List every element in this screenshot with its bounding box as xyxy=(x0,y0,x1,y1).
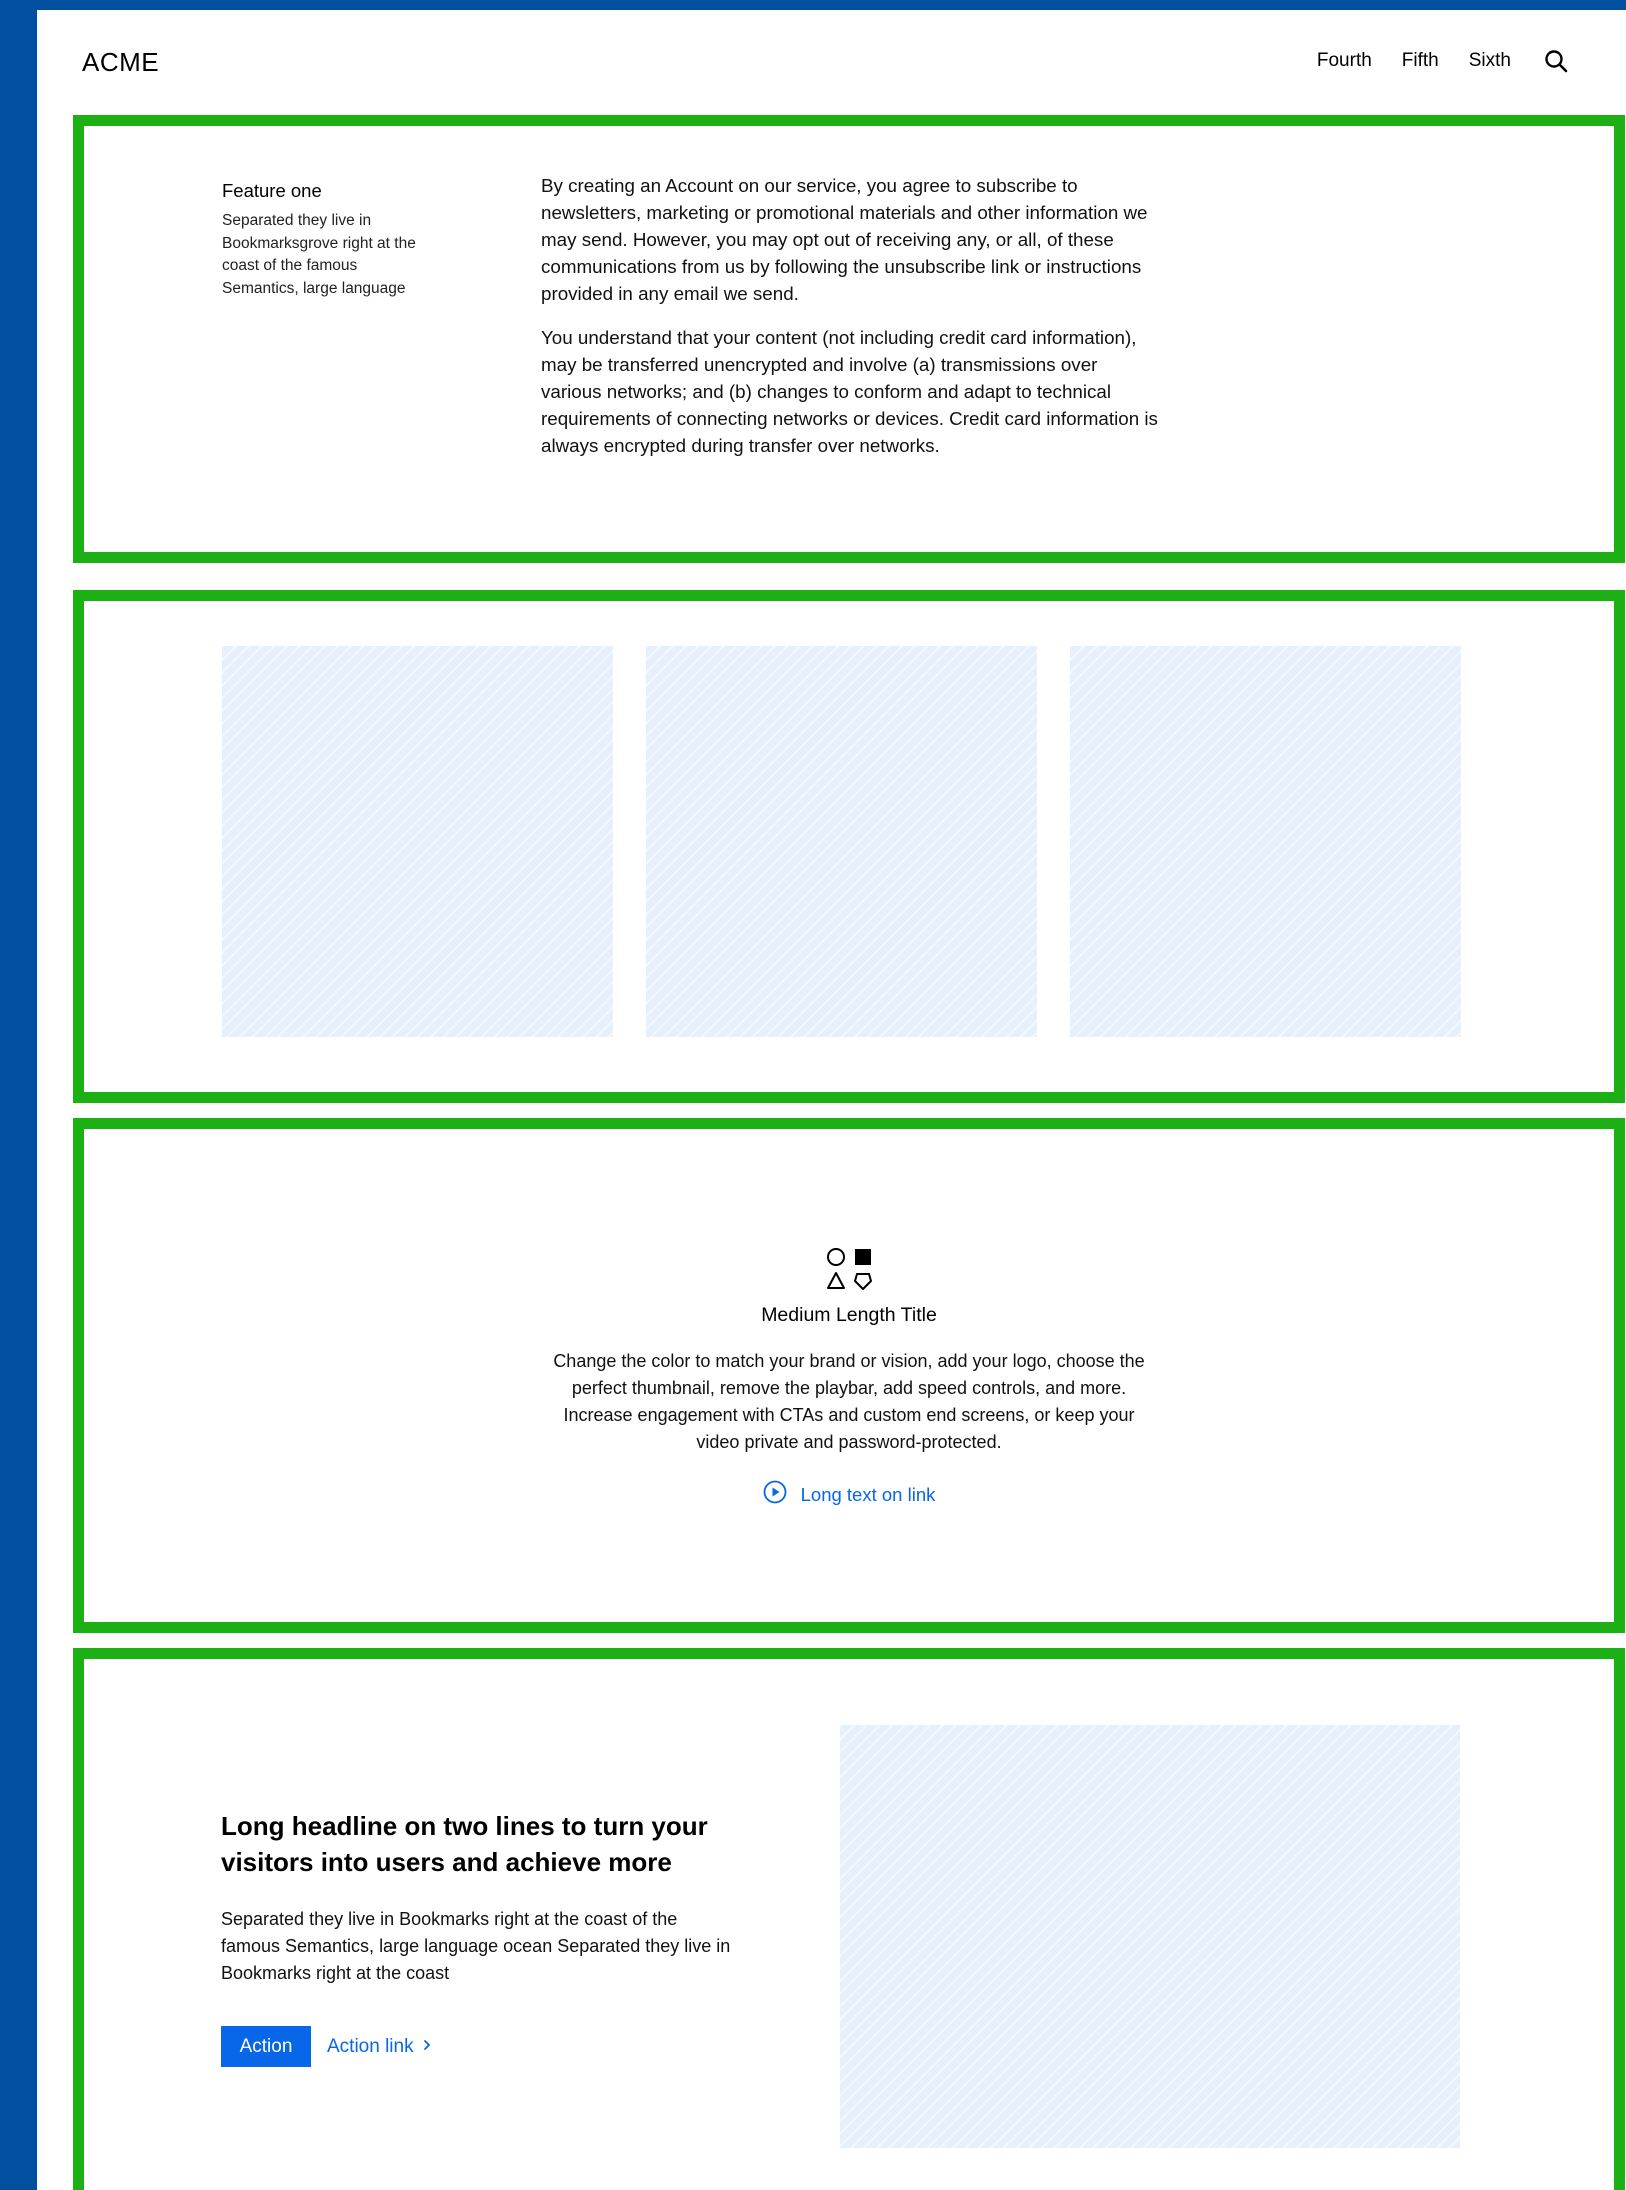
media-section: Medium Length Title Change the color to … xyxy=(73,1118,1625,1633)
image-placeholder xyxy=(840,1725,1460,2148)
main-nav: Fourth Fifth Sixth xyxy=(1287,48,1569,74)
image-placeholder xyxy=(222,646,613,1037)
terms-paragraph: You understand that your content (not in… xyxy=(541,327,1158,456)
terms-text: By creating an Account on our service, y… xyxy=(541,172,1161,476)
feature-section: Feature one Separated they live in Bookm… xyxy=(73,115,1625,563)
logo[interactable]: ACME xyxy=(82,47,159,78)
nav-item-sixth[interactable]: Sixth xyxy=(1469,50,1511,72)
image-placeholder xyxy=(646,646,1037,1037)
feature-title: Feature one xyxy=(222,180,322,201)
action-link-label[interactable]: Action link xyxy=(327,2036,414,2058)
site-header: ACME Fourth Fifth Sixth xyxy=(37,10,1626,110)
page: ACME Fourth Fifth Sixth Feature one Sepa… xyxy=(37,10,1626,2190)
cta-body: Separated they live in Bookmarks right a… xyxy=(221,1909,731,1983)
terms-paragraph: By creating an Account on our service, y… xyxy=(541,175,1148,304)
media-link-label[interactable]: Long text on link xyxy=(801,1484,936,1506)
chevron-right-icon xyxy=(414,2036,432,2058)
image-placeholder xyxy=(1070,646,1461,1037)
action-link[interactable]: Action link xyxy=(327,2036,432,2058)
nav-item-fourth[interactable]: Fourth xyxy=(1317,50,1372,72)
action-button[interactable]: Action xyxy=(221,2026,311,2067)
shapes-icon xyxy=(824,1243,876,1295)
cta-headline: Long headline on two lines to turn your … xyxy=(221,1811,708,1877)
media-title: Medium Length Title xyxy=(761,1304,937,1326)
play-circle-icon xyxy=(763,1480,787,1509)
cta-section: Long headline on two lines to turn your … xyxy=(73,1648,1625,2190)
nav-item-fifth[interactable]: Fifth xyxy=(1402,50,1439,72)
search-icon[interactable] xyxy=(1543,48,1569,74)
media-description: Change the color to match your brand or … xyxy=(553,1351,1145,1452)
media-link[interactable]: Long text on link xyxy=(84,1480,1614,1509)
gallery-section xyxy=(73,590,1625,1103)
feature-description: Separated they live in Bookmarksgrove ri… xyxy=(222,212,416,297)
